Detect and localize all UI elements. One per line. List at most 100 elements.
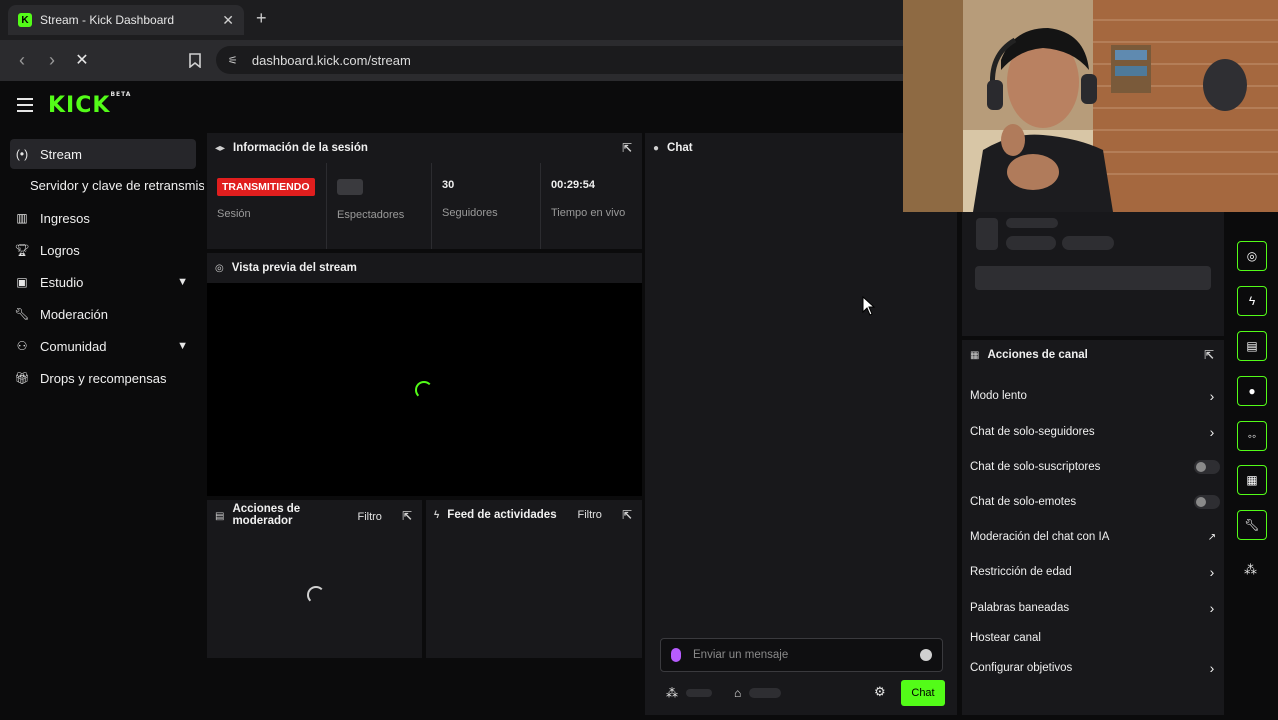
panel-title: Acciones de moderador xyxy=(232,503,301,527)
chevron-right-icon: › xyxy=(1209,600,1215,616)
sidebar-item-logros[interactable]: 🏆︎ Logros xyxy=(10,235,196,265)
slow-mode-row[interactable]: Modo lento › xyxy=(970,386,1220,406)
url-text: dashboard.kick.com/stream xyxy=(251,52,411,68)
new-tab-button[interactable]: + xyxy=(256,8,267,29)
tab-close-icon[interactable]: ✕ xyxy=(222,12,234,29)
age-restriction-row[interactable]: Restricción de edad › xyxy=(970,562,1220,582)
mod-actions-panel: ▤ Acciones de moderador Filtro ⇱ xyxy=(207,500,422,658)
activity-filter-button[interactable]: Filtro xyxy=(577,509,601,521)
sidebar-item-comunidad[interactable]: ⚇ Comunidad ▼ xyxy=(10,331,196,361)
mouse-cursor-icon xyxy=(862,295,876,321)
subscribers-only-row: Chat de solo-suscriptores xyxy=(970,457,1220,477)
rail-activity-button[interactable]: ϟ xyxy=(1237,286,1267,316)
bookmark-icon[interactable] xyxy=(185,50,205,70)
followers-value: 30 xyxy=(442,179,455,191)
chat-input-box[interactable] xyxy=(660,638,943,672)
lightning-icon: ϟ xyxy=(434,509,440,521)
forward-arrow-icon[interactable]: › xyxy=(42,50,62,70)
address-bar[interactable]: ⚟ dashboard.kick.com/stream xyxy=(216,46,916,74)
back-arrow-icon[interactable]: ‹ xyxy=(12,50,32,70)
action-label: Moderación del chat con IA xyxy=(970,531,1110,543)
site-settings-icon[interactable]: ⚟ xyxy=(228,54,238,67)
sidebar-item-ingresos[interactable]: ▥ Ingresos xyxy=(10,203,196,233)
channel-actions-icon: ▦ xyxy=(1246,473,1258,487)
channel-actions-icon: ▦ xyxy=(970,349,980,361)
tag-placeholder xyxy=(1006,236,1056,250)
popout-icon[interactable]: ⇱ xyxy=(622,508,632,522)
panel-title: Acciones de canal xyxy=(987,349,1088,361)
broadcast-icon: (•) xyxy=(15,147,29,161)
rail-mod-log-button[interactable]: ▤ xyxy=(1237,331,1267,361)
ai-moderation-row[interactable]: Moderación del chat con IA ↗ xyxy=(970,527,1220,547)
banned-words-row[interactable]: Palabras baneadas › xyxy=(970,598,1220,618)
title-placeholder xyxy=(975,266,1211,290)
popout-icon[interactable]: ⇱ xyxy=(1204,348,1214,362)
sidebar-item-stream[interactable]: (•) Stream xyxy=(10,139,196,169)
sidebar-item-server-key[interactable]: Servidor y clave de retransmisión xyxy=(30,178,204,193)
activity-feed-panel: ϟ Feed de actividades Filtro ⇱ xyxy=(426,500,642,658)
emoji-icon[interactable] xyxy=(920,649,932,661)
browser-tab[interactable]: K Stream - Kick Dashboard ✕ xyxy=(8,5,244,35)
mod-filter-button[interactable]: Filtro xyxy=(357,511,381,523)
rail-more-icon[interactable]: ⁂ xyxy=(1244,562,1257,578)
link-icon: ◦◦ xyxy=(1247,429,1257,443)
microphone-icon[interactable] xyxy=(671,648,681,662)
session-icon: ◂▸ xyxy=(215,142,226,154)
settings-gear-icon[interactable]: ⚙ xyxy=(874,684,886,700)
session-info-panel: ◂▸ Información de la sesión ⇱ TRANSMITIE… xyxy=(207,133,642,249)
rail-preview-button[interactable]: ◎ xyxy=(1237,241,1267,271)
panel-title: Chat xyxy=(667,142,693,154)
live-status-badge: TRANSMITIENDO xyxy=(217,178,315,196)
menu-icon[interactable] xyxy=(17,98,33,112)
stop-loading-icon[interactable]: ✕ xyxy=(72,50,92,70)
sidebar-item-label: Comunidad xyxy=(40,338,107,354)
host-channel-row[interactable]: Hostear canal xyxy=(970,628,1220,648)
kick-logo[interactable]: KICKBETA xyxy=(48,91,131,118)
bar-chart-icon: ▥ xyxy=(16,211,28,225)
sidebar-item-estudio[interactable]: ▣ Estudio ▼ xyxy=(10,267,196,297)
community-icon: ⚇ xyxy=(16,339,28,353)
chevron-right-icon: › xyxy=(1209,424,1215,440)
points-placeholder xyxy=(686,689,712,697)
chat-message-input[interactable] xyxy=(693,649,908,661)
stream-preview-header: ◎ Vista previa del stream xyxy=(207,253,642,283)
chevron-right-icon: › xyxy=(1209,660,1215,676)
sidebar-item-label: Estudio xyxy=(40,274,84,290)
sidebar-item-drops[interactable]: 🎁︎ Drops y recompensas xyxy=(10,363,196,393)
panel-title: Vista previa del stream xyxy=(231,262,357,274)
points-icon[interactable]: ⁂ xyxy=(666,686,678,700)
popout-icon[interactable]: ⇱ xyxy=(622,141,632,155)
name-placeholder xyxy=(1006,218,1058,228)
loading-spinner-icon xyxy=(307,586,325,604)
emotes-only-toggle[interactable] xyxy=(1194,495,1220,509)
sidebar: (•) Stream Servidor y clave de retransmi… xyxy=(0,131,204,720)
store-placeholder xyxy=(749,688,782,698)
action-label: Chat de solo-seguidores xyxy=(970,426,1095,438)
chat-bubble-icon: ● xyxy=(653,142,660,154)
lightning-icon: ϟ xyxy=(1248,294,1256,308)
rail-chat-button[interactable]: ● xyxy=(1237,376,1267,406)
kick-favicon-icon: K xyxy=(18,13,32,27)
store-icon[interactable]: ⌂ xyxy=(734,686,741,700)
live-time-label: Tiempo en vivo xyxy=(551,207,626,219)
sidebar-item-moderacion[interactable]: 🔧︎ Moderación xyxy=(10,299,196,329)
rail-stats-button[interactable]: ◦◦ xyxy=(1237,421,1267,451)
channel-actions-header: ▦ Acciones de canal ⇱ xyxy=(962,340,1224,370)
sidebar-item-label: Ingresos xyxy=(40,210,90,226)
chat-send-button[interactable]: Chat xyxy=(901,680,945,706)
preview-icon: ◎ xyxy=(215,262,224,274)
avatar-placeholder xyxy=(976,218,998,250)
sidebar-item-label: Drops y recompensas xyxy=(40,370,167,386)
set-goals-row[interactable]: Configurar objetivos › xyxy=(970,658,1220,678)
subscribers-only-toggle[interactable] xyxy=(1194,460,1220,474)
rail-moderation-button[interactable]: 🔧︎ xyxy=(1237,510,1267,540)
followers-label: Seguidores xyxy=(442,207,498,219)
popout-icon[interactable]: ⇱ xyxy=(402,509,412,523)
rail-channel-actions-button[interactable]: ▦ xyxy=(1237,465,1267,495)
followers-only-row[interactable]: Chat de solo-seguidores › xyxy=(970,422,1220,442)
mod-actions-header: ▤ Acciones de moderador Filtro ⇱ xyxy=(207,500,422,530)
panel-title: Feed de actividades xyxy=(447,509,557,521)
viewer-count-placeholder xyxy=(337,179,363,195)
chevron-right-icon: › xyxy=(1209,564,1215,580)
action-label: Hostear canal xyxy=(970,632,1041,644)
